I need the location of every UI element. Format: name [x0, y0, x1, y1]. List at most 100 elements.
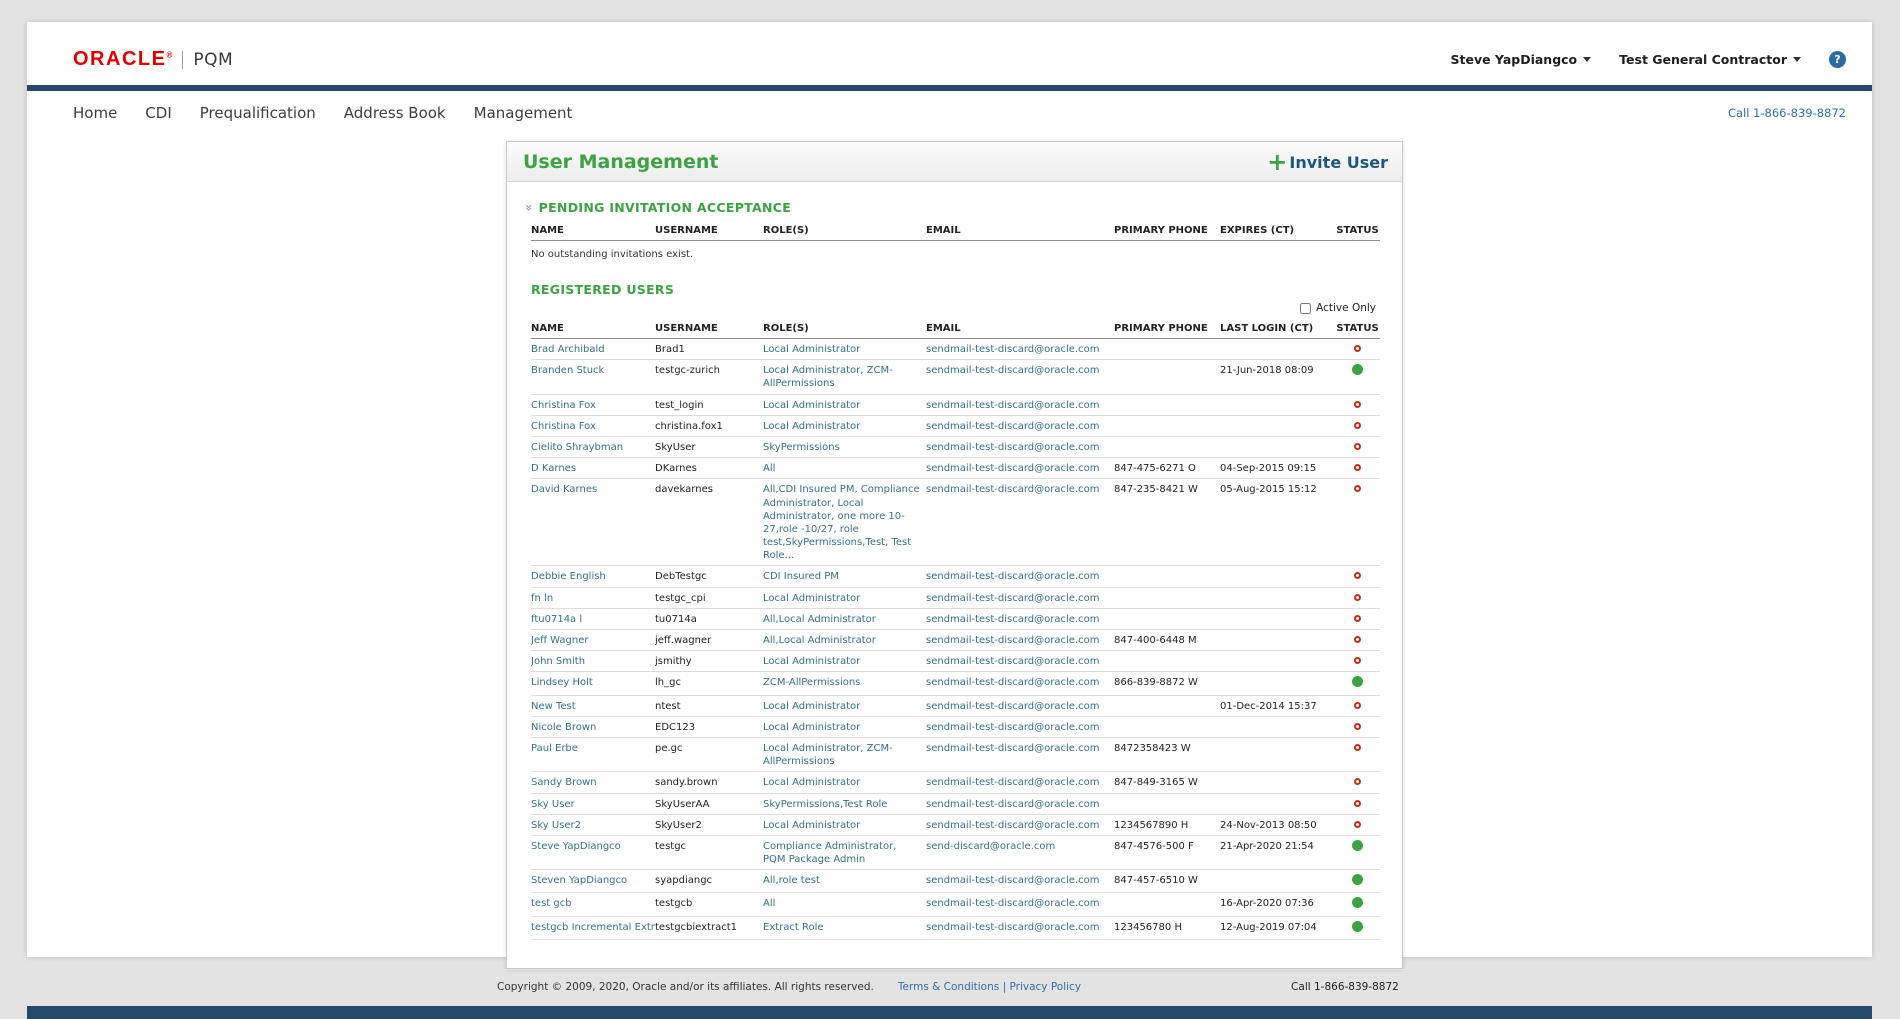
cell-email: sendmail-test-discard@oracle.com: [926, 394, 1114, 415]
cell-email: sendmail-test-discard@oracle.com: [926, 436, 1114, 457]
cell-last-login: 12-Aug-2019 07:04: [1220, 916, 1335, 939]
nav-item-address-book[interactable]: Address Book: [344, 104, 446, 122]
cell-phone: 1234567890 H: [1114, 814, 1220, 835]
cell-name[interactable]: Lindsey Holt: [531, 672, 655, 695]
cell-phone: 847-400-6448 M: [1114, 630, 1220, 651]
bottom-navy-bar: [27, 1006, 1872, 1019]
nav-item-cdi[interactable]: CDI: [145, 104, 171, 122]
cell-name[interactable]: Christina Fox: [531, 415, 655, 436]
cell-last-login: [1220, 737, 1335, 771]
active-only-checkbox[interactable]: [1300, 303, 1311, 314]
active-status-icon: [1352, 874, 1363, 885]
cell-name[interactable]: testgcb Incremental Extr: [531, 916, 655, 939]
cell-username: sandy.brown: [655, 772, 763, 793]
cell-phone: 123456780 H: [1114, 916, 1220, 939]
column-header-email: EMAIL: [926, 318, 1114, 339]
cell-status: [1335, 651, 1380, 672]
terms-link[interactable]: Terms & Conditions: [898, 981, 999, 993]
page: ORACLE® PQM Steve YapDiangco Test Genera…: [27, 22, 1872, 957]
cell-email: sendmail-test-discard@oracle.com: [926, 339, 1114, 360]
cell-username: ntest: [655, 695, 763, 716]
inactive-status-icon: [1354, 744, 1361, 751]
cell-username: SkyUser: [655, 436, 763, 457]
active-status-icon: [1352, 897, 1363, 908]
user-menu[interactable]: Steve YapDiangco: [1450, 52, 1591, 67]
pending-section-header[interactable]: » PENDING INVITATION ACCEPTANCE: [525, 200, 1402, 215]
user-menu-label: Steve YapDiangco: [1450, 52, 1577, 67]
cell-last-login: [1220, 630, 1335, 651]
user-row: Debbie EnglishDebTestgcCDI Insured PMsen…: [531, 566, 1380, 587]
cell-name[interactable]: Paul Erbe: [531, 737, 655, 771]
table-header-row: NAMEUSERNAMEROLE(S)EMAILPRIMARY PHONEEXP…: [531, 220, 1380, 241]
cell-roles: ZCM-AllPermissions: [763, 672, 926, 695]
cell-name[interactable]: test gcb: [531, 893, 655, 916]
cell-username: EDC123: [655, 716, 763, 737]
cell-name[interactable]: Steven YapDiangco: [531, 870, 655, 893]
column-header-email: EMAIL: [926, 220, 1114, 241]
user-row: New TestntestLocal Administratorsendmail…: [531, 695, 1380, 716]
footer-call-text: Call 1-866-839-8872: [1291, 981, 1399, 993]
cell-name[interactable]: Jeff Wagner: [531, 630, 655, 651]
cell-roles: Local Administrator, ZCM-AllPermissions: [763, 360, 926, 394]
nav-item-prequalification[interactable]: Prequalification: [200, 104, 316, 122]
cell-status: [1335, 672, 1380, 695]
no-invitations-text: No outstanding invitations exist.: [531, 249, 1402, 260]
cell-name[interactable]: John Smith: [531, 651, 655, 672]
cell-phone: [1114, 394, 1220, 415]
cell-name[interactable]: Debbie English: [531, 566, 655, 587]
cell-name[interactable]: Cielito Shraybman: [531, 436, 655, 457]
inactive-status-icon: [1354, 778, 1361, 785]
cell-name[interactable]: Nicole Brown: [531, 716, 655, 737]
cell-roles: Local Administrator: [763, 814, 926, 835]
user-row: ftu0714a ltu0714aAll,Local Administrator…: [531, 608, 1380, 629]
nav-item-home[interactable]: Home: [73, 104, 117, 122]
cell-roles: CDI Insured PM: [763, 566, 926, 587]
cell-phone: 847-235-8421 W: [1114, 479, 1220, 566]
nav-item-management[interactable]: Management: [474, 104, 573, 122]
cell-status: [1335, 458, 1380, 479]
org-menu[interactable]: Test General Contractor: [1619, 52, 1801, 67]
cell-email: sendmail-test-discard@oracle.com: [926, 793, 1114, 814]
cell-name[interactable]: fn ln: [531, 587, 655, 608]
cell-name[interactable]: ftu0714a l: [531, 608, 655, 629]
cell-name[interactable]: New Test: [531, 695, 655, 716]
cell-roles: Local Administrator: [763, 695, 926, 716]
cell-email: sendmail-test-discard@oracle.com: [926, 608, 1114, 629]
cell-email: sendmail-test-discard@oracle.com: [926, 695, 1114, 716]
user-row: Lindsey Holtlh_gcZCM-AllPermissionssendm…: [531, 672, 1380, 695]
user-row: Brad ArchibaldBrad1Local Administratorse…: [531, 339, 1380, 360]
cell-name[interactable]: Steve YapDiangco: [531, 835, 655, 869]
footer: Copyright © 2009, 2020, Oracle and/or it…: [27, 969, 1872, 1006]
org-menu-label: Test General Contractor: [1619, 52, 1787, 67]
cell-phone: 847-475-6271 O: [1114, 458, 1220, 479]
cell-name[interactable]: D Karnes: [531, 458, 655, 479]
cell-name[interactable]: Christina Fox: [531, 394, 655, 415]
inactive-status-icon: [1354, 443, 1361, 450]
call-link[interactable]: Call 1-866-839-8872: [1728, 106, 1846, 120]
cell-roles: Local Administrator: [763, 587, 926, 608]
cell-status: [1335, 630, 1380, 651]
main-content: User Management + Invite User » PENDING …: [27, 137, 1872, 969]
invite-user-button[interactable]: + Invite User: [1267, 153, 1388, 172]
cell-name[interactable]: Branden Stuck: [531, 360, 655, 394]
cell-roles: All,Local Administrator: [763, 630, 926, 651]
cell-name[interactable]: Brad Archibald: [531, 339, 655, 360]
cell-name[interactable]: Sky User2: [531, 814, 655, 835]
cell-name[interactable]: Sandy Brown: [531, 772, 655, 793]
cell-email: sendmail-test-discard@oracle.com: [926, 870, 1114, 893]
footer-links: Terms & Conditions | Privacy Policy: [898, 981, 1081, 993]
cell-last-login: [1220, 394, 1335, 415]
help-icon[interactable]: ?: [1829, 51, 1846, 68]
cell-name[interactable]: Sky User: [531, 793, 655, 814]
privacy-link[interactable]: Privacy Policy: [1009, 981, 1081, 993]
cell-username: test_login: [655, 394, 763, 415]
panel-header: User Management + Invite User: [507, 142, 1402, 182]
page-title: User Management: [523, 151, 718, 173]
cell-phone: [1114, 893, 1220, 916]
footer-link-separator: |: [1003, 981, 1007, 993]
cell-email: sendmail-test-discard@oracle.com: [926, 814, 1114, 835]
cell-username: testgc-zurich: [655, 360, 763, 394]
user-management-panel: User Management + Invite User » PENDING …: [506, 141, 1403, 969]
column-header-primary-phone: PRIMARY PHONE: [1114, 220, 1220, 241]
cell-name[interactable]: David Karnes: [531, 479, 655, 566]
